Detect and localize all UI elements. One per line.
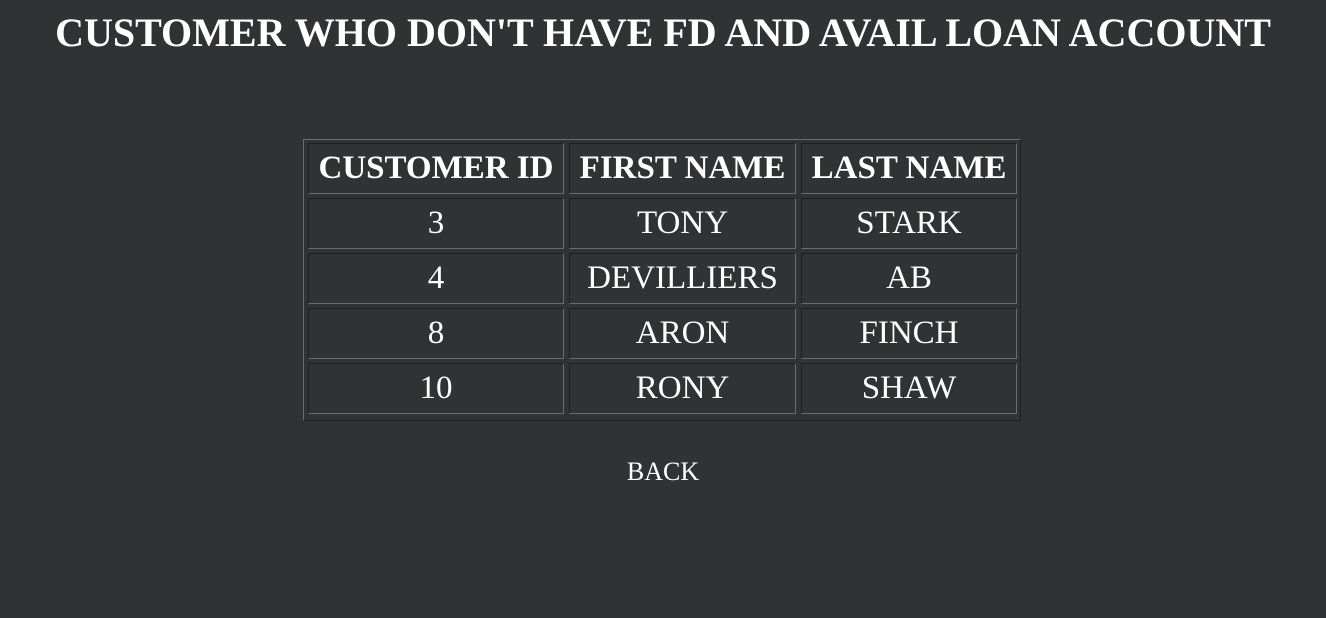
cell-last-name: FINCH [801,308,1017,359]
cell-customer-id: 10 [308,363,564,414]
cell-first-name: DEVILLIERS [569,253,796,304]
cell-first-name: RONY [569,363,796,414]
table-row: 10 RONY SHAW [308,363,1017,414]
table-row: 4 DEVILLIERS AB [308,253,1017,304]
cell-customer-id: 4 [308,253,564,304]
customer-table: CUSTOMER ID FIRST NAME LAST NAME 3 TONY … [308,143,1017,414]
table-row: 8 ARON FINCH [308,308,1017,359]
table-header-row: CUSTOMER ID FIRST NAME LAST NAME [308,143,1017,194]
cell-first-name: ARON [569,308,796,359]
column-header-last-name: LAST NAME [801,143,1017,194]
customer-table-container: CUSTOMER ID FIRST NAME LAST NAME 3 TONY … [303,139,1021,421]
back-link-container: BACK [0,457,1326,487]
cell-last-name: SHAW [801,363,1017,414]
cell-customer-id: 3 [308,198,564,249]
table-row: 3 TONY STARK [308,198,1017,249]
cell-last-name: STARK [801,198,1017,249]
cell-customer-id: 8 [308,308,564,359]
page-title: CUSTOMER WHO DON'T HAVE FD AND AVAIL LOA… [55,10,1271,55]
column-header-customer-id: CUSTOMER ID [308,143,564,194]
cell-first-name: TONY [569,198,796,249]
column-header-first-name: FIRST NAME [569,143,796,194]
back-link[interactable]: BACK [627,457,699,486]
cell-last-name: AB [801,253,1017,304]
